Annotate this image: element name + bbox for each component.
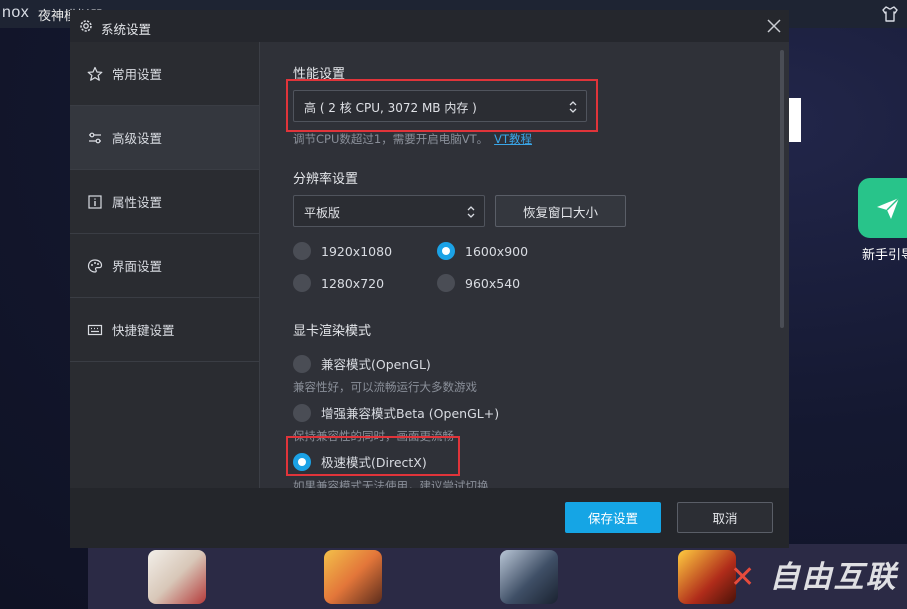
game-icon[interactable] [500, 550, 558, 604]
sidebar-item-label: 高级设置 [112, 131, 163, 146]
resolution-option-1920[interactable]: 1920x1080 [293, 242, 392, 260]
shirt-icon[interactable] [880, 4, 900, 24]
sidebar-item-advanced[interactable]: 高级设置 [70, 106, 259, 170]
graphics-option-desc: 兼容性好，可以流畅运行大多数游戏 [293, 380, 477, 394]
radio-dot [293, 242, 311, 260]
sidebar-item-properties[interactable]: 属性设置 [70, 170, 259, 234]
nox-logo: nox [2, 4, 30, 21]
graphics-option-opengl-plus[interactable]: 增强兼容模式Beta (OpenGL+) [293, 403, 499, 422]
keyboard-icon [87, 324, 103, 335]
chevron-updown-icon [569, 101, 577, 113]
settings-dialog: 系统设置 常用设置 高级设置 属性设置 界面设置 快捷键设置 性能设置 高 (… [70, 10, 789, 548]
sliders-icon [89, 132, 101, 143]
paper-plane-icon [877, 197, 900, 219]
sidebar-item-label: 常用设置 [112, 67, 163, 82]
graphics-option-directx[interactable]: 极速模式(DirectX) [293, 452, 427, 471]
save-button[interactable]: 保存设置 [565, 502, 661, 533]
resolution-option-1280[interactable]: 1280x720 [293, 274, 384, 292]
settings-sidebar: 常用设置 高级设置 属性设置 界面设置 快捷键设置 [70, 42, 260, 488]
radio-dot [437, 274, 455, 292]
dialog-header: 系统设置 [70, 10, 789, 42]
info-icon [88, 194, 102, 209]
radio-dot [293, 354, 311, 373]
sidebar-item-label: 界面设置 [112, 259, 163, 274]
sidebar-item-label: 快捷键设置 [112, 323, 175, 338]
radio-dot [293, 403, 311, 422]
performance-hint: 调节CPU数超过1，需要开启电脑VT。 VT教程 [293, 132, 532, 146]
sidebar-item-general[interactable]: 常用设置 [70, 42, 259, 106]
resolution-option-960[interactable]: 960x540 [437, 274, 520, 292]
cancel-button[interactable]: 取消 [677, 502, 773, 533]
resolution-mode-select[interactable]: 平板版 [293, 195, 485, 227]
dialog-footer: 保存设置 取消 [70, 488, 789, 548]
radio-dot [293, 274, 311, 292]
graphics-option-opengl[interactable]: 兼容模式(OpenGL) [293, 354, 431, 373]
sidebar-item-label: 属性设置 [112, 195, 163, 210]
resolution-option-1600[interactable]: 1600x900 [437, 242, 528, 260]
graphics-title: 显卡渲染模式 [293, 324, 372, 339]
background-panel-edge [789, 98, 801, 142]
vt-tutorial-link[interactable]: VT教程 [494, 132, 532, 146]
game-icon[interactable] [148, 550, 206, 604]
game-icon[interactable] [678, 550, 736, 604]
performance-select[interactable]: 高 ( 2 核 CPU, 3072 MB 内存 ) [293, 90, 587, 122]
sidebar-item-shortcuts[interactable]: 快捷键设置 [70, 298, 259, 362]
settings-content: 性能设置 高 ( 2 核 CPU, 3072 MB 内存 ) 调节CPU数超过1… [261, 42, 789, 488]
resolution-title: 分辨率设置 [293, 172, 359, 187]
sidebar-item-interface[interactable]: 界面设置 [70, 234, 259, 298]
guide-app-label: 新手引导 [862, 248, 907, 263]
star-icon [87, 66, 103, 81]
content-scrollbar[interactable] [780, 50, 784, 328]
close-icon[interactable] [764, 16, 784, 36]
game-icon[interactable] [324, 550, 382, 604]
palette-icon [87, 258, 103, 273]
gear-icon [80, 20, 92, 32]
watermark: ✕ 自由互联 [730, 560, 898, 595]
graphics-option-desc: 保持兼容性的同时，画面更流畅 [293, 429, 454, 443]
dialog-title: 系统设置 [101, 22, 152, 37]
performance-value: 高 ( 2 核 CPU, 3072 MB 内存 ) [304, 101, 477, 115]
resolution-mode-value: 平板版 [304, 206, 341, 220]
restore-window-button[interactable]: 恢复窗口大小 [495, 195, 626, 227]
guide-app-icon[interactable] [858, 178, 907, 238]
performance-title: 性能设置 [293, 67, 346, 82]
radio-dot [437, 242, 455, 260]
radio-dot [293, 452, 311, 471]
graphics-option-desc: 如果兼容模式无法使用，建议尝试切换 [293, 479, 489, 488]
chevron-updown-icon [467, 206, 475, 218]
